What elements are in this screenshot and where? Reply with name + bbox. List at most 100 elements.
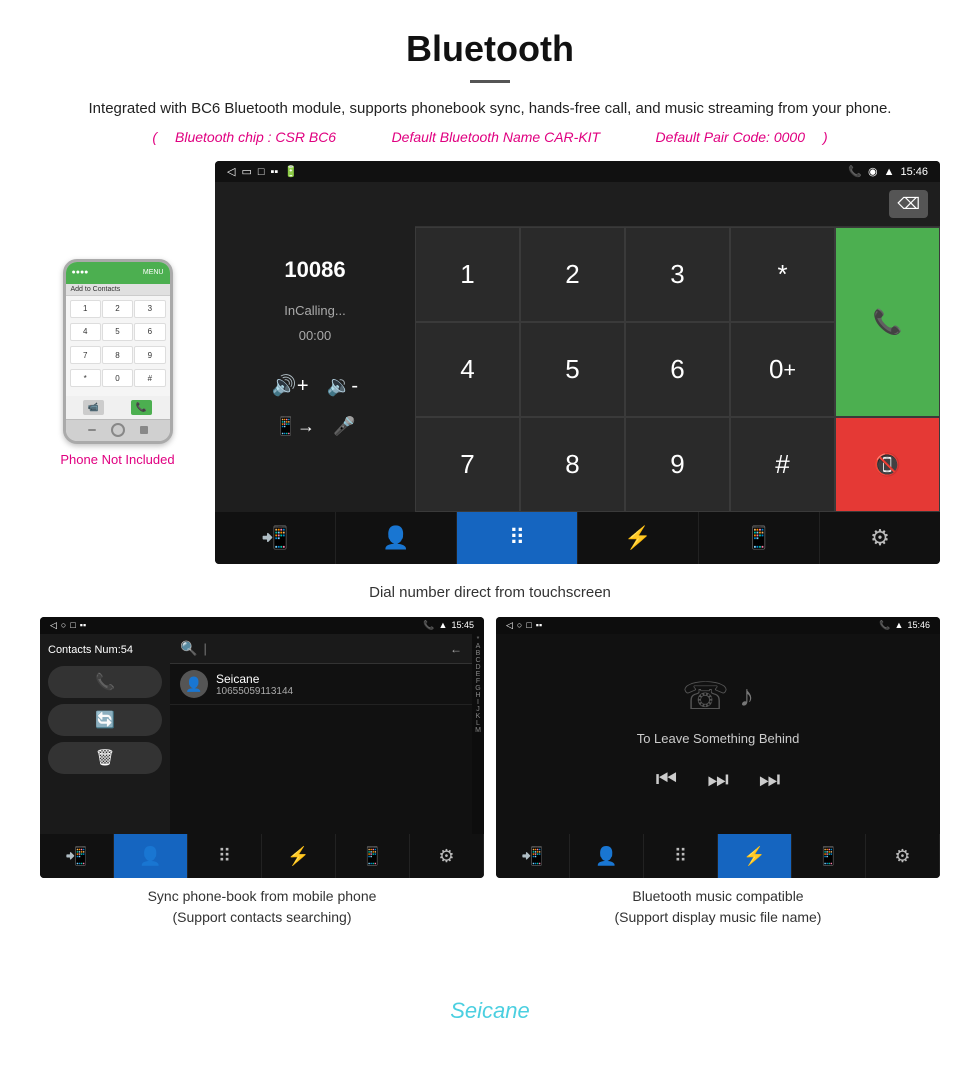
alpha-g: G [475,685,480,692]
contacts-search-input[interactable] [203,641,444,656]
phone-bottom-bar [66,419,170,441]
backspace-btn[interactable]: ⌫ [889,190,928,218]
dial-nav-keypad[interactable]: ⠿ [457,512,578,564]
contacts-nav-bluetooth[interactable]: ⚡ [262,834,336,878]
phone-key-7[interactable]: 7 [70,346,101,364]
contacts-sync-btn[interactable]: 🔄 [48,704,162,736]
phone-key-star[interactable]: * [70,369,101,387]
phone-carrier: ●●●● [72,269,89,276]
music-nav-call[interactable]: 📲 [496,834,570,878]
contacts-nav-settings[interactable]: ⚙ [410,834,484,878]
dial-key-0plus[interactable]: 0+ [730,322,835,417]
contacts-search-row: 🔍 ← [170,634,472,664]
alpha-e: E [476,671,481,678]
music-nav-keypad[interactable]: ⠿ [644,834,718,878]
phone-label: Add to Contacts [66,284,170,296]
dial-clock: 15:46 [900,166,928,178]
phone-key-5[interactable]: 5 [102,323,133,341]
alpha-star: * [477,636,480,643]
contacts-nav-keypad[interactable]: ⠿ [188,834,262,878]
dial-key-1[interactable]: 1 [415,227,520,322]
top-feature-row: ●●●● MENU Add to Contacts 1 2 3 4 5 6 7 … [40,161,940,564]
m-window-icon: ○ [517,620,522,631]
dial-nav-bar: 📲 👤 ⠿ ⚡ 📱 ⚙ [215,512,940,564]
phone-mockup: ●●●● MENU Add to Contacts 1 2 3 4 5 6 7 … [63,259,173,444]
c-window-icon: ○ [61,620,66,631]
phone-call-btn[interactable]: 📞 [131,400,152,415]
phone-key-1[interactable]: 1 [70,300,101,318]
music-screen: ◁ ○ □ ▪▪ 📞 ▲ 15:46 ☏ ♪ [496,617,940,878]
contacts-nav-contacts[interactable]: 👤 [114,834,188,878]
phone-key-8[interactable]: 8 [102,346,133,364]
alpha-b: B [476,650,481,657]
phone-key-6[interactable]: 6 [134,323,165,341]
volume-up-icon[interactable]: 🔊+ [272,373,309,398]
dial-nav-settings[interactable]: ⚙ [820,512,940,564]
contacts-count: Contacts Num:54 [48,644,162,656]
dial-key-9[interactable]: 9 [625,417,730,512]
music-nav-bluetooth[interactable]: ⚡ [718,834,792,878]
m-wifi-icon: ▲ [895,620,904,631]
contacts-back-icon: ← [450,642,462,656]
contacts-nav-phone-out[interactable]: 📱 [336,834,410,878]
music-next-btn[interactable]: ⏭ [759,766,781,794]
dial-nav-bluetooth[interactable]: ⚡ [578,512,699,564]
music-prev-btn[interactable]: ⏮ [656,766,678,794]
music-play-pause-btn[interactable]: ⏭ [707,766,729,794]
phone-key-3[interactable]: 3 [134,300,165,318]
alpha-f: F [476,678,480,685]
dial-key-hash[interactable]: # [730,417,835,512]
contacts-screen: ◁ ○ □ ▪▪ 📞 ▲ 15:45 Contacts Num:54 📞 [40,617,484,878]
dial-key-7[interactable]: 7 [415,417,520,512]
dial-status-left: ◁ ▭ □ ▪▪ 🔋 [227,165,298,178]
dial-key-4[interactable]: 4 [415,322,520,417]
location-icon: ◉ [868,165,878,178]
dial-call-green-btn[interactable]: 📞 [835,227,940,417]
contacts-call-btn[interactable]: 📞 [48,666,162,698]
music-status-right: 📞 ▲ 15:46 [879,620,930,631]
music-phone-icon: ☏ [682,674,730,719]
dial-key-3[interactable]: 3 [625,227,730,322]
dial-nav-contacts[interactable]: 👤 [336,512,457,564]
phone-video-btn[interactable]: 📹 [83,400,104,415]
contact-item-seicane[interactable]: 👤 Seicane 10655059113144 [170,664,472,705]
alpha-c: C [475,657,480,664]
phone-not-included-label: Phone Not Included [60,452,174,467]
c-signal-icon: ▪▪ [80,620,86,631]
title-divider [470,80,510,83]
m-clock: 15:46 [907,620,930,631]
dial-call-red-btn[interactable]: 📵 [835,417,940,512]
phone-key-9[interactable]: 9 [134,346,165,364]
dial-nav-call-forward[interactable]: 📲 [215,512,336,564]
music-song-title: To Leave Something Behind [637,731,800,746]
contacts-delete-btn[interactable]: 🗑 [48,742,162,774]
volume-down-icon[interactable]: 🔉- [327,373,359,398]
mic-icon[interactable]: 🎤 [333,416,355,437]
window-icon: ▭ [241,165,251,178]
dial-key-2[interactable]: 2 [520,227,625,322]
contacts-status-right: 📞 ▲ 15:45 [423,620,474,631]
phone-menu: MENU [143,269,164,276]
music-nav-settings[interactable]: ⚙ [866,834,940,878]
dial-key-8[interactable]: 8 [520,417,625,512]
phone-out-icon[interactable]: 📱→ [275,416,315,437]
phone-key-0[interactable]: 0 [102,369,133,387]
dial-key-6[interactable]: 6 [625,322,730,417]
phone-key-2[interactable]: 2 [102,300,133,318]
phone-key-hash[interactable]: # [134,369,165,387]
contacts-nav-call[interactable]: 📲 [40,834,114,878]
dial-nav-phone-out[interactable]: 📱 [699,512,820,564]
phone-key-4[interactable]: 4 [70,323,101,341]
contacts-caption: Sync phone-book from mobile phone (Suppo… [148,886,377,928]
music-icon-area: ☏ ♪ [682,674,755,719]
music-nav-phone-out[interactable]: 📱 [792,834,866,878]
dial-display-number: 10086 [284,257,345,283]
battery-icon: 🔋 [284,165,298,178]
dial-key-5[interactable]: 5 [520,322,625,417]
bt-name: Default Bluetooth Name CAR-KIT [392,129,601,145]
music-controls: ⏮ ⏭ ⏭ [656,766,781,794]
bt-code: Default Pair Code: 0000 [656,129,805,145]
music-nav-contacts[interactable]: 👤 [570,834,644,878]
dial-key-star[interactable]: * [730,227,835,322]
phone-home-btn[interactable] [111,423,125,437]
